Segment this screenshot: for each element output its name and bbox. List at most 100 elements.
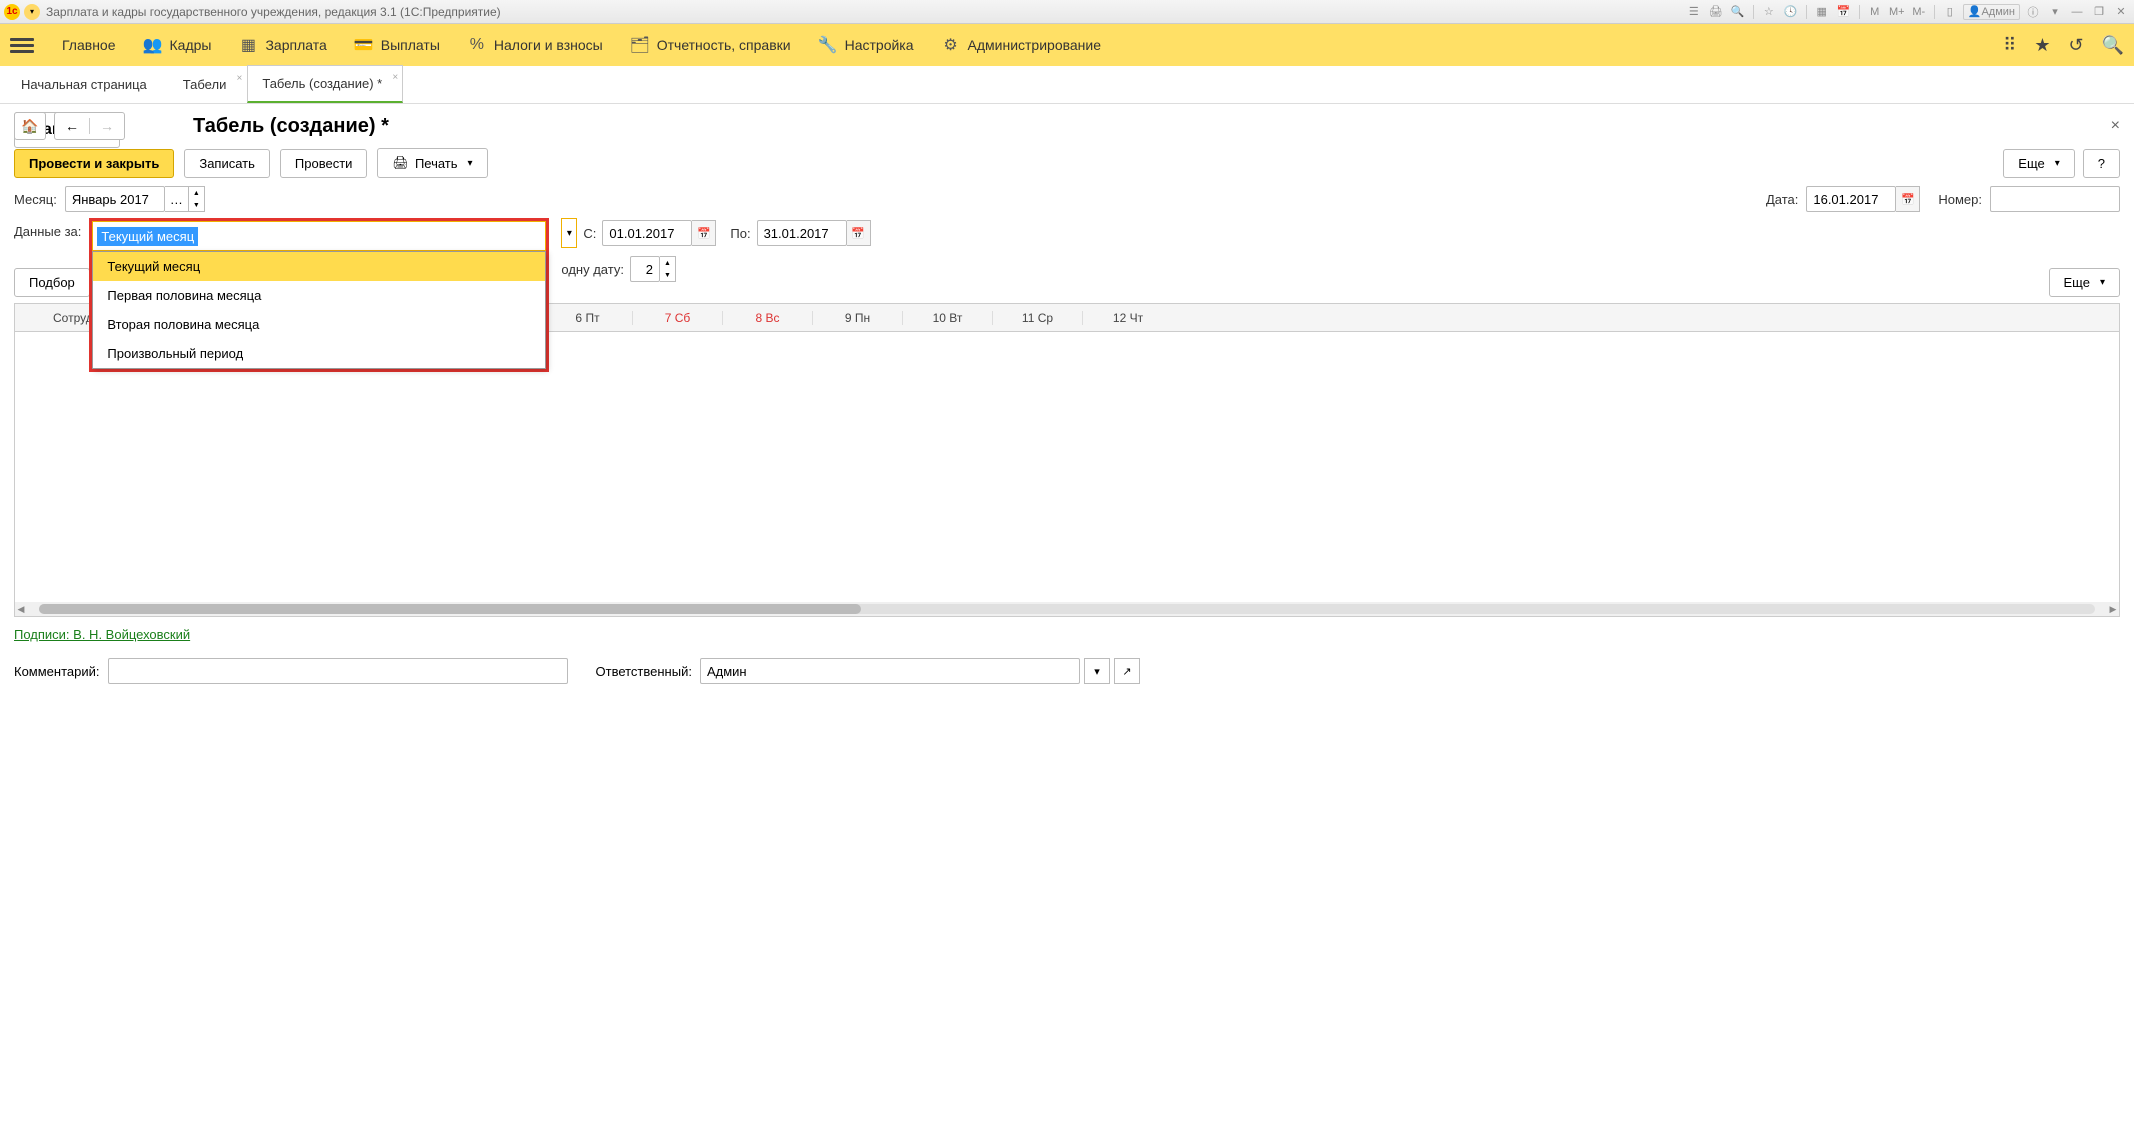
star-icon[interactable]: ☆ — [1760, 4, 1778, 20]
dd-option-current-month[interactable]: Текущий месяц — [93, 252, 545, 281]
th-day-12: 12 Чт — [1083, 311, 1173, 325]
one-date-spinner[interactable]: ▲▼ — [660, 256, 676, 282]
mplus-btn[interactable]: M+ — [1888, 4, 1906, 20]
menu-vyplaty[interactable]: 💳Выплаты — [355, 36, 440, 54]
menu-otchet-label: Отчетность, справки — [657, 37, 791, 53]
data-for-selected-text: Текущий месяц — [97, 227, 198, 246]
m-btn[interactable]: M — [1866, 4, 1884, 20]
from-calendar-button[interactable]: 📅 — [692, 220, 716, 246]
home-button[interactable]: 🏠 — [14, 112, 46, 140]
more-button[interactable]: Еще — [2003, 149, 2074, 178]
th-day-7: 7 Сб — [633, 311, 723, 325]
data-for-field[interactable]: Текущий месяц — [92, 221, 546, 251]
wrench-icon: 🔧 — [819, 36, 837, 54]
user-button[interactable]: 👤 Админ — [1963, 4, 2020, 20]
th-day-11: 11 Ср — [993, 311, 1083, 325]
info-icon[interactable]: ⓘ — [2024, 4, 2042, 20]
from-label: С: — [583, 226, 596, 241]
fav-icon[interactable]: ★ — [2034, 35, 2050, 56]
menu-settings[interactable]: 🔧 Настройка — [819, 36, 914, 54]
card-icon: 💳 — [355, 36, 373, 54]
scroll-right-icon[interactable]: ▶ — [2107, 604, 2119, 615]
month-ellipsis-button[interactable]: … — [165, 186, 189, 212]
tab-close-icon[interactable]: × — [392, 72, 398, 83]
save-button[interactable]: Записать — [184, 149, 270, 178]
th-day-6: 6 Пт — [543, 311, 633, 325]
dd-option-first-half[interactable]: Первая половина месяца — [93, 281, 545, 310]
tab-tabeli[interactable]: Табели× — [168, 66, 248, 103]
calc-icon[interactable]: ▦ — [1813, 4, 1831, 20]
tb-icon-1[interactable]: ☰ — [1685, 4, 1703, 20]
tab-tabel-create-label: Табель (создание) * — [262, 76, 382, 91]
one-date-input[interactable] — [630, 256, 660, 282]
responsible-input[interactable] — [700, 658, 1080, 684]
back-button[interactable]: ← — [55, 118, 90, 134]
dropdown-icon[interactable]: ▾ — [2046, 4, 2064, 20]
data-for-dropdown-list: Текущий месяц Первая половина месяца Вто… — [92, 251, 546, 369]
menu-admin-label: Администрирование — [968, 37, 1102, 53]
maximize-btn[interactable]: ❐ — [2090, 4, 2108, 20]
month-label: Месяц: — [14, 192, 57, 207]
menu-main[interactable]: Главное — [62, 37, 116, 53]
tb-icon-3[interactable]: 🔍 — [1729, 4, 1747, 20]
titlebar-dropdown-icon[interactable]: ▾ — [24, 4, 40, 20]
signatures-link[interactable]: Подписи: В. Н. Войцеховский — [14, 627, 190, 642]
forward-button[interactable]: → — [90, 118, 124, 134]
menu-nalogi[interactable]: % Налоги и взносы — [468, 36, 603, 54]
comment-label: Комментарий: — [14, 664, 100, 679]
more-button-2[interactable]: Еще — [2049, 268, 2120, 297]
responsible-open-button[interactable]: ↗ — [1114, 658, 1140, 684]
number-input[interactable] — [1990, 186, 2120, 212]
cal-icon[interactable]: 📅 — [1835, 4, 1853, 20]
dd-arrow-icon[interactable]: ▾ — [561, 218, 577, 248]
mminus-btn[interactable]: M- — [1910, 4, 1928, 20]
menu-settings-label: Настройка — [845, 37, 914, 53]
menu-admin[interactable]: ⚙ Администрирование — [942, 36, 1102, 54]
date-input[interactable] — [1806, 186, 1896, 212]
menu-kadry[interactable]: 👥Кадры — [144, 36, 212, 54]
tabs-bar: Начальная страница Табели× Табель (созда… — [0, 66, 2134, 104]
menu-otchet[interactable]: 🗂Отчетность, справки — [631, 36, 791, 54]
month-input[interactable] — [65, 186, 165, 212]
clock-icon[interactable]: 🕓 — [1782, 4, 1800, 20]
menu-nalogi-label: Налоги и взносы — [494, 37, 603, 53]
tab-close-icon[interactable]: × — [237, 73, 243, 84]
comment-input[interactable] — [108, 658, 568, 684]
post-and-close-button[interactable]: Провести и закрыть — [14, 149, 174, 178]
responsible-label: Ответственный: — [596, 664, 692, 679]
dd-option-second-half[interactable]: Вторая половина месяца — [93, 310, 545, 339]
tab-tabel-create[interactable]: Табель (создание) * × — [247, 65, 403, 103]
minimize-btn[interactable]: — — [2068, 4, 2086, 20]
percent-icon: % — [468, 36, 486, 54]
scroll-left-icon[interactable]: ◀ — [15, 604, 27, 615]
from-date-input[interactable] — [602, 220, 692, 246]
th-day-10: 10 Вт — [903, 311, 993, 325]
gear-icon: ⚙ — [942, 36, 960, 54]
help-button[interactable]: ? — [2083, 149, 2120, 178]
dd-option-custom-period[interactable]: Произвольный период — [93, 339, 545, 368]
page-close-button[interactable]: × — [2111, 117, 2120, 135]
to-date-input[interactable] — [757, 220, 847, 246]
date-calendar-button[interactable]: 📅 — [1896, 186, 1920, 212]
tab-start-page[interactable]: Начальная страница — [6, 66, 168, 103]
to-calendar-button[interactable]: 📅 — [847, 220, 871, 246]
tb-icon-2[interactable]: 🖨 — [1707, 4, 1725, 20]
menu-zarplata[interactable]: ▦Зарплата — [239, 36, 326, 54]
print-button[interactable]: 🖨Печать — [377, 148, 487, 178]
hamburger-icon[interactable] — [10, 38, 34, 53]
panel-icon[interactable]: ▯ — [1941, 4, 1959, 20]
tab-start-label: Начальная страница — [21, 77, 147, 92]
responsible-dropdown-button[interactable]: ▾ — [1084, 658, 1110, 684]
month-spinner[interactable]: ▲▼ — [189, 186, 205, 212]
pick-button[interactable]: Подбор — [14, 268, 90, 297]
data-for-label: Данные за: — [14, 224, 81, 239]
horizontal-scrollbar[interactable]: ◀ ▶ — [15, 602, 2119, 616]
apps-icon[interactable]: ⠿ — [2003, 35, 2016, 56]
post-button[interactable]: Провести — [280, 149, 368, 178]
history-icon[interactable]: ↺ — [2068, 35, 2083, 56]
people-icon: 👥 — [144, 36, 162, 54]
close-btn[interactable]: ✕ — [2112, 4, 2130, 20]
search-icon[interactable]: 🔍 — [2102, 35, 2124, 56]
table-body[interactable] — [15, 332, 2119, 602]
nav-back-forward: ← → — [54, 112, 125, 140]
